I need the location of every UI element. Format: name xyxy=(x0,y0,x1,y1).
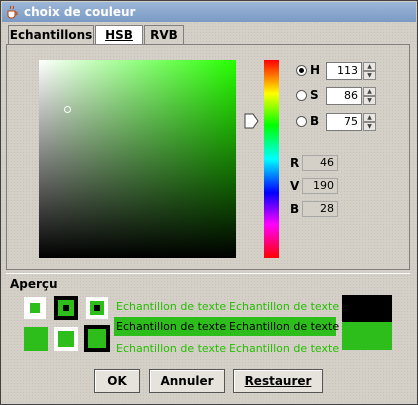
sample-text: Echantillon de texte xyxy=(229,320,340,333)
hue-slider[interactable] xyxy=(264,60,279,258)
radio-h[interactable] xyxy=(296,65,307,76)
h-spin-down[interactable]: ▼ xyxy=(363,71,376,80)
hue-slider-thumb-icon[interactable] xyxy=(244,113,259,129)
preview-swatch xyxy=(24,327,48,351)
tab-label: HSB xyxy=(105,28,133,42)
b-spin-up[interactable]: ▲ xyxy=(363,113,376,122)
java-cup-icon xyxy=(7,5,18,19)
h-spin-up[interactable]: ▲ xyxy=(363,62,376,71)
color-picker-cursor[interactable] xyxy=(64,106,71,113)
preview-swatch xyxy=(84,325,110,352)
saturation-brightness-field[interactable] xyxy=(39,60,236,258)
b-spin-down[interactable]: ▼ xyxy=(363,122,376,131)
window-title: choix de couleur xyxy=(24,5,136,19)
reset-button[interactable]: Restaurer xyxy=(233,369,323,393)
sample-text: Echantillon de texte xyxy=(229,342,340,355)
preview-swatch xyxy=(54,327,78,351)
r-value: 46 xyxy=(302,155,338,171)
tab-label: Echantillons xyxy=(9,28,93,42)
title-bar[interactable]: choix de couleur xyxy=(2,2,416,22)
preview-swatch xyxy=(86,297,108,319)
preview-title: Aperçu xyxy=(10,277,58,291)
preview-swatch-black xyxy=(342,295,392,322)
separator xyxy=(6,273,410,274)
s-spin-down[interactable]: ▼ xyxy=(363,96,376,105)
v-value: 190 xyxy=(302,178,338,194)
sample-text: Echantillon de texte xyxy=(116,342,227,355)
r-label: R xyxy=(290,156,300,170)
preview-swatch-color xyxy=(342,322,392,350)
tab-echantillons[interactable]: Echantillons xyxy=(8,25,94,44)
b-rgb-label: B xyxy=(290,202,300,216)
radio-h-label: H xyxy=(310,63,321,77)
b-value-field[interactable]: 75 xyxy=(326,113,362,131)
h-value-field[interactable]: 113 xyxy=(326,62,362,80)
radio-s-label: S xyxy=(310,88,319,102)
sample-text: Echantillon de texte xyxy=(116,300,227,313)
s-value-field[interactable]: 86 xyxy=(326,87,362,105)
sample-text: Echantillon de texte xyxy=(229,300,340,313)
tab-rvb[interactable]: RVB xyxy=(144,25,184,44)
tab-label: RVB xyxy=(150,28,178,42)
radio-s[interactable] xyxy=(296,90,307,101)
sample-text: Echantillon de texte xyxy=(116,320,227,333)
ok-button[interactable]: OK xyxy=(94,369,140,393)
preview-swatch xyxy=(54,296,78,320)
tab-hsb[interactable]: HSB xyxy=(95,25,143,45)
s-spin-up[interactable]: ▲ xyxy=(363,87,376,96)
radio-b[interactable] xyxy=(296,116,307,127)
preview-swatch xyxy=(24,297,46,319)
cancel-button[interactable]: Annuler xyxy=(149,369,225,393)
radio-b-label: B xyxy=(310,114,320,128)
v-label: V xyxy=(290,179,300,193)
b-rgb-value: 28 xyxy=(302,201,338,217)
